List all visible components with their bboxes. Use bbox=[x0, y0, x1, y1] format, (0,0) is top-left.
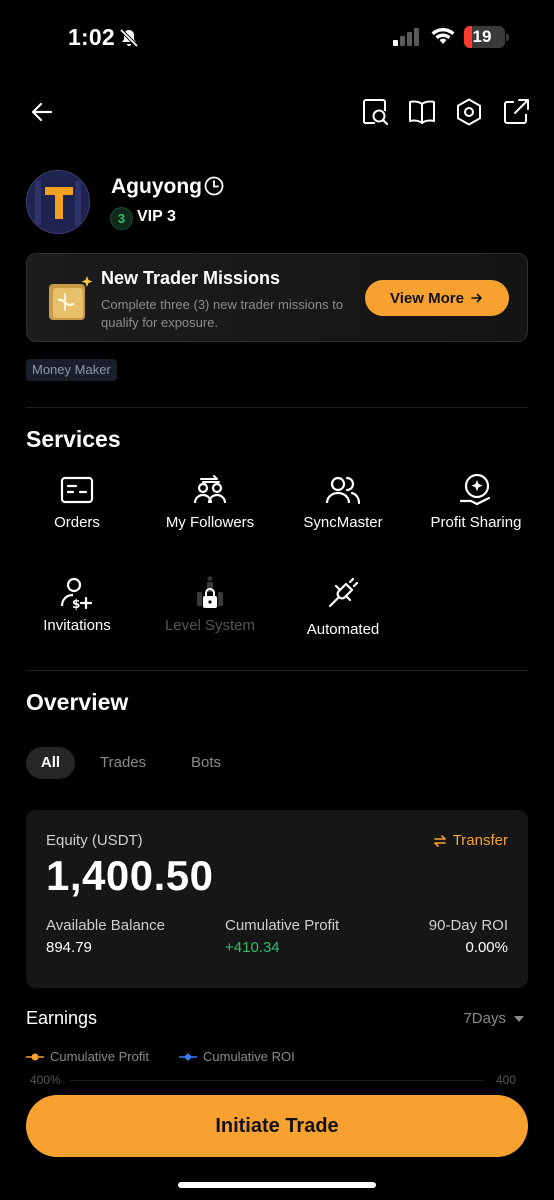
trader-missions-banner[interactable]: New Trader Missions Complete three (3) n… bbox=[26, 253, 528, 342]
service-level-system[interactable]: Level System bbox=[143, 573, 277, 653]
service-label: Automated bbox=[306, 621, 380, 638]
battery-level: 19 bbox=[472, 27, 492, 46]
svg-text:$: $ bbox=[72, 597, 80, 611]
followers-icon bbox=[193, 475, 227, 504]
legend-label: Cumulative Profit bbox=[50, 1049, 149, 1064]
equity-value: 1,400.50 bbox=[46, 852, 214, 899]
equity-label: Equity (USDT) bbox=[46, 832, 143, 849]
avatar[interactable] bbox=[26, 170, 90, 234]
back-button[interactable] bbox=[24, 90, 60, 134]
missions-title: New Trader Missions bbox=[101, 268, 281, 288]
legend-line-blue-icon bbox=[179, 1052, 197, 1061]
roi-label: 90-Day ROI bbox=[428, 917, 508, 934]
equity-card: Equity (USDT) Transfer 1,400.50 Availabl… bbox=[26, 810, 528, 988]
divider bbox=[26, 670, 528, 671]
settings-button[interactable] bbox=[451, 90, 487, 134]
trader-name: Aguyong bbox=[111, 175, 202, 198]
service-label: Profit Sharing bbox=[430, 514, 522, 531]
vip-badge-icon: 3 bbox=[110, 207, 133, 230]
range-label: 7Days bbox=[463, 1010, 506, 1027]
search-doc-icon bbox=[363, 99, 389, 126]
roi-value: 0.00% bbox=[465, 939, 508, 956]
service-label: Level System bbox=[164, 617, 256, 634]
initiate-trade-button[interactable]: Initiate Trade bbox=[26, 1095, 528, 1157]
trader-tag: Money Maker bbox=[26, 359, 117, 381]
top-toolbar bbox=[0, 90, 554, 136]
earnings-title: Earnings bbox=[26, 1008, 98, 1028]
view-more-label: View More bbox=[390, 289, 464, 307]
service-label: Orders bbox=[54, 514, 100, 531]
services-title: Services bbox=[26, 426, 121, 452]
service-invitations[interactable]: $ Invitations bbox=[10, 573, 144, 653]
service-my-followers[interactable]: My Followers bbox=[143, 470, 277, 550]
users-icon bbox=[325, 476, 361, 505]
battery-indicator: 19 bbox=[464, 26, 509, 48]
service-label: My Followers bbox=[165, 514, 255, 531]
missions-description: Complete three (3) new trader missions t… bbox=[101, 297, 344, 330]
clock-icon[interactable] bbox=[204, 176, 224, 196]
status-time: 1:02 bbox=[68, 24, 115, 50]
service-label: SyncMaster bbox=[303, 514, 383, 531]
status-bar: 1:02 19 bbox=[0, 0, 554, 76]
invite-icon: $ bbox=[60, 577, 93, 611]
settings-hex-icon bbox=[457, 98, 481, 126]
legend-line-orange-icon bbox=[26, 1053, 44, 1060]
caret-down-icon bbox=[514, 1015, 524, 1022]
transfer-label: Transfer bbox=[452, 832, 508, 849]
wifi-icon bbox=[431, 28, 455, 44]
share-button[interactable] bbox=[498, 90, 534, 134]
search-trader-button[interactable] bbox=[357, 90, 393, 134]
book-icon bbox=[409, 100, 435, 124]
orders-icon bbox=[60, 476, 94, 504]
axis-left-top: 400% bbox=[30, 1073, 61, 1087]
vip-level: VIP 3 bbox=[137, 208, 176, 225]
service-syncmaster[interactable]: SyncMaster bbox=[276, 470, 410, 550]
legend-cumulative-roi: Cumulative ROI bbox=[179, 1049, 295, 1064]
back-arrow-icon bbox=[31, 102, 53, 122]
service-profit-sharing[interactable]: Profit Sharing bbox=[409, 470, 543, 550]
chart-gridline bbox=[70, 1080, 484, 1081]
view-more-button[interactable]: View More bbox=[365, 280, 509, 316]
profit-sharing-icon bbox=[459, 473, 491, 506]
available-balance-label: Available Balance bbox=[46, 917, 165, 934]
axis-right-top: 400 bbox=[495, 1073, 516, 1087]
service-automated[interactable]: Automated bbox=[276, 573, 410, 653]
guide-button[interactable] bbox=[404, 90, 440, 134]
cell-signal-icon bbox=[393, 28, 419, 46]
service-label: Invitations bbox=[43, 617, 111, 634]
available-balance-value: 894.79 bbox=[46, 939, 92, 956]
home-indicator bbox=[178, 1182, 376, 1188]
tab-all[interactable]: All bbox=[26, 747, 75, 779]
arrow-right-icon bbox=[471, 293, 482, 303]
bell-muted-icon bbox=[119, 28, 139, 48]
share-external-icon bbox=[504, 99, 529, 124]
transfer-button[interactable]: Transfer bbox=[433, 832, 508, 849]
divider bbox=[26, 407, 528, 408]
transfer-icon bbox=[433, 834, 446, 847]
range-selector[interactable]: 7Days bbox=[463, 1010, 524, 1027]
level-lock-icon bbox=[197, 575, 223, 608]
overview-title: Overview bbox=[26, 689, 129, 715]
cumulative-profit-value: +410.34 bbox=[225, 939, 280, 956]
legend-label: Cumulative ROI bbox=[203, 1049, 295, 1064]
tab-trades[interactable]: Trades bbox=[100, 747, 146, 779]
mission-scroll-icon bbox=[49, 276, 93, 320]
plug-icon bbox=[328, 577, 359, 608]
tab-bots[interactable]: Bots bbox=[191, 747, 221, 779]
legend-cumulative-profit: Cumulative Profit bbox=[26, 1049, 149, 1064]
cumulative-profit-label: Cumulative Profit bbox=[225, 917, 340, 934]
service-orders[interactable]: Orders bbox=[10, 470, 144, 550]
